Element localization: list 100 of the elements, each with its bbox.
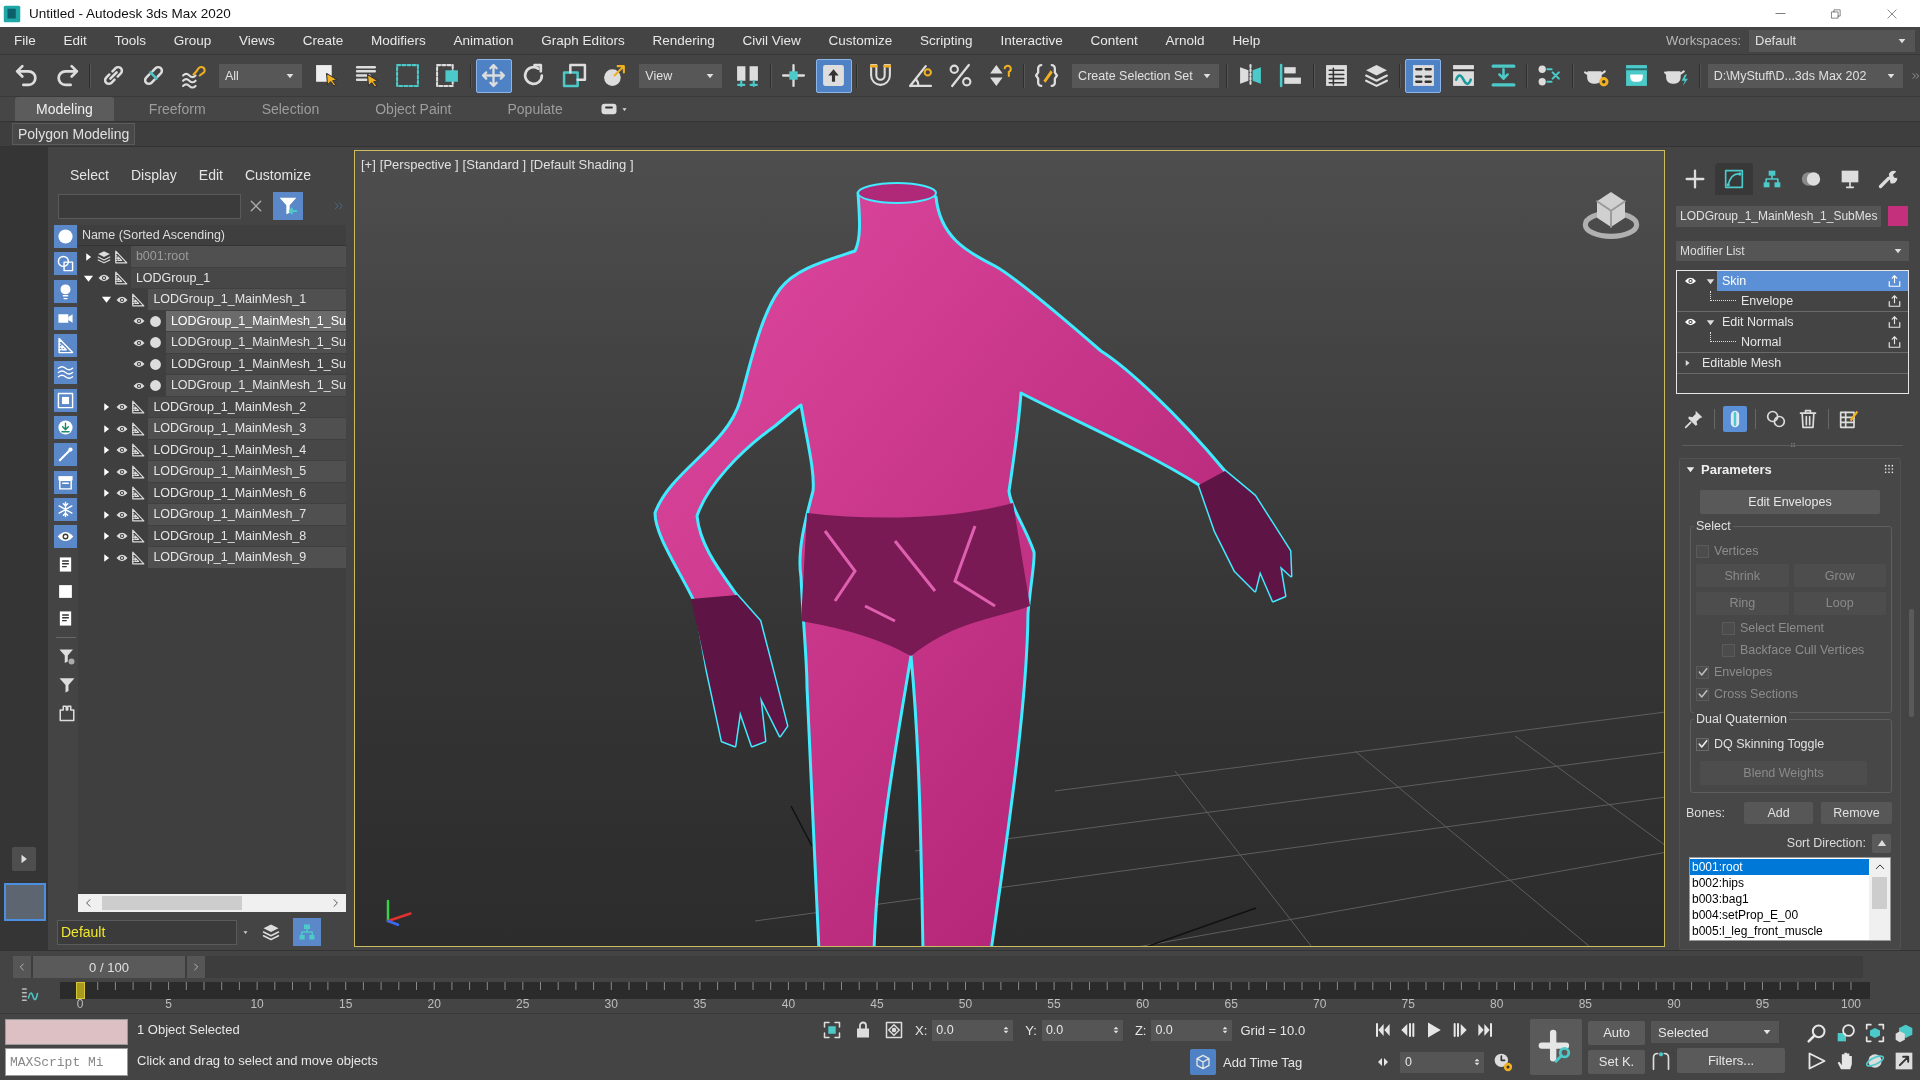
- tree-item[interactable]: LODGroup_1_MainMesh_7: [148, 504, 346, 526]
- listener-output-field[interactable]: [5, 1019, 128, 1045]
- tree-item[interactable]: LODGroup_1_MainMesh_5: [148, 461, 346, 483]
- color-swatch[interactable]: [1888, 206, 1908, 226]
- auto-key-button[interactable]: Auto: [1588, 1020, 1645, 1045]
- ribbon-tab[interactable]: Populate: [486, 97, 584, 121]
- chevron-right-icon[interactable]: [331, 898, 340, 908]
- stack-item[interactable]: Editable Mesh: [1697, 353, 1908, 373]
- cubes-icon[interactable]: [1894, 1023, 1914, 1043]
- current-frame-marker[interactable]: [75, 982, 85, 999]
- listener-field[interactable]: MAXScript Mi: [5, 1048, 128, 1076]
- toolbar-button[interactable]: [475, 58, 512, 93]
- bone-list-item[interactable]: b001:root: [1690, 859, 1869, 875]
- bone-list[interactable]: b001:root b002:hips b003:bag1 b004:setProp_E_00 b005:l_leg_front_muscle: [1689, 857, 1891, 941]
- time-slider-thumb[interactable]: 0 / 100: [33, 956, 185, 978]
- bone-list-item[interactable]: b005:l_leg_front_muscle: [1690, 923, 1869, 939]
- time-slider-track[interactable]: 0 / 100: [13, 956, 1863, 978]
- clock-gear-icon[interactable]: [1493, 1052, 1513, 1072]
- coordinate-field[interactable]: 0.0: [932, 1019, 1014, 1041]
- filter-toggle[interactable]: [54, 361, 77, 385]
- filter-toggle[interactable]: [54, 306, 77, 330]
- menu-item[interactable]: Customize: [233, 167, 323, 183]
- menu-item[interactable]: Civil View: [728, 33, 815, 48]
- horizontal-scrollbar[interactable]: [77, 894, 346, 912]
- caret-down-icon[interactable]: [242, 929, 249, 935]
- toolbar-dropdown[interactable]: Create Selection Set: [1072, 63, 1219, 88]
- menu-item[interactable]: Modifiers: [357, 33, 440, 48]
- vertical-scrollbar[interactable]: [1869, 858, 1890, 940]
- curve-editor-icon[interactable]: [20, 986, 40, 1004]
- filter-toggle[interactable]: [54, 252, 77, 276]
- magnifier-icon[interactable]: [1807, 1023, 1827, 1043]
- filter-toggle[interactable]: [54, 525, 77, 549]
- menu-item[interactable]: Interactive: [986, 33, 1077, 48]
- step-forward-icon[interactable]: [1452, 1021, 1468, 1039]
- toolbar-button[interactable]: [1405, 58, 1442, 93]
- bracket-icon[interactable]: [58, 704, 76, 723]
- bone-button[interactable]: Remove: [1821, 802, 1892, 824]
- menu-item[interactable]: Customize: [814, 33, 907, 48]
- viewport-menu-label[interactable]: [Perspective ]: [379, 157, 459, 172]
- filter-toggle[interactable]: [54, 497, 77, 521]
- tree-item[interactable]: LODGroup_1_MainMesh_1: [148, 289, 346, 311]
- play-icon[interactable]: [1425, 1021, 1443, 1039]
- caret-right-icon[interactable]: [101, 422, 111, 435]
- ribbon-tab[interactable]: Modeling: [15, 97, 114, 121]
- step-back-icon[interactable]: [1400, 1021, 1416, 1039]
- layer-dropdown[interactable]: Default: [57, 919, 237, 945]
- caret-down-icon[interactable]: [1705, 276, 1715, 286]
- filter-toggle[interactable]: [54, 470, 77, 494]
- menu-item[interactable]: Create: [288, 33, 358, 48]
- skip-start-icon[interactable]: [1375, 1021, 1391, 1039]
- menu-item[interactable]: Help: [1218, 33, 1275, 48]
- edit-envelopes-button[interactable]: Edit Envelopes: [1700, 490, 1880, 514]
- tree-item[interactable]: LODGroup_1_MainMesh_2: [148, 396, 346, 418]
- arch-dot-icon[interactable]: [1651, 1050, 1671, 1071]
- filter-toggle[interactable]: [54, 443, 77, 467]
- toolbar-button[interactable]: [815, 58, 852, 93]
- set-key-button[interactable]: [1530, 1019, 1582, 1075]
- tree-item[interactable]: LODGroup_1: [130, 267, 346, 289]
- rollout-title[interactable]: Parameters: [1701, 461, 1772, 477]
- skip-end-icon[interactable]: [1477, 1021, 1493, 1039]
- menu-item[interactable]: Group: [159, 33, 226, 48]
- chevron-left-icon[interactable]: [83, 898, 93, 908]
- cube-frame-icon[interactable]: [1865, 1023, 1885, 1043]
- filter-toggle[interactable]: [54, 416, 77, 440]
- menu-item[interactable]: Select: [59, 167, 120, 183]
- caret-right-icon[interactable]: [101, 487, 111, 500]
- ribbon-tab[interactable]: Selection: [240, 97, 341, 121]
- viewport-menu-label[interactable]: [Standard ]: [462, 157, 527, 172]
- tree-item[interactable]: LODGroup_1_MainMesh_9: [148, 547, 346, 569]
- lock-icon[interactable]: [854, 1021, 872, 1039]
- filter-toggle[interactable]: [54, 334, 77, 358]
- isolate-icon[interactable]: [823, 1021, 841, 1039]
- triangle-icon[interactable]: [1807, 1051, 1827, 1071]
- orbit-icon[interactable]: [1865, 1051, 1885, 1071]
- menu-item[interactable]: Rendering: [638, 33, 729, 48]
- menu-item[interactable]: Tools: [100, 33, 160, 48]
- tree-item[interactable]: LODGroup_1_MainMesh_6: [148, 482, 346, 504]
- scroll-thumb[interactable]: [1872, 877, 1887, 909]
- tree-item[interactable]: LODGroup_1_MainMesh_1_Su: [165, 332, 346, 354]
- caret-down-icon[interactable]: [1705, 317, 1715, 327]
- bone-list-item[interactable]: b004:setProp_E_00: [1690, 907, 1869, 923]
- stack-item[interactable]: Normal: [1736, 332, 1908, 352]
- menu-item[interactable]: Scripting: [906, 33, 987, 48]
- caret-right-icon[interactable]: [101, 465, 111, 478]
- bone-button[interactable]: Add: [1744, 802, 1813, 824]
- caret-right-icon[interactable]: [101, 401, 111, 414]
- menu-item[interactable]: File: [0, 33, 50, 48]
- object-name-field[interactable]: LODGroup_1_MainMesh_1_SubMes: [1676, 205, 1881, 227]
- ribbon-tab[interactable]: Freeform: [127, 97, 227, 121]
- toolbar-dropdown[interactable]: View: [639, 63, 723, 88]
- add-time-tag-button[interactable]: Add Time Tag: [1190, 1049, 1307, 1075]
- caret-right-icon[interactable]: [101, 444, 111, 457]
- menu-item[interactable]: Graph Editors: [527, 33, 639, 48]
- menu-item[interactable]: Animation: [439, 33, 528, 48]
- scroll-thumb[interactable]: [101, 896, 242, 910]
- key-set-dropdown[interactable]: Selected: [1651, 1021, 1779, 1043]
- coordinate-field[interactable]: 0.0: [1041, 1019, 1123, 1041]
- chevron-up-icon[interactable]: [1874, 862, 1885, 872]
- funnel-gear-icon[interactable]: [58, 647, 76, 666]
- maximize-icon[interactable]: [1894, 1051, 1914, 1071]
